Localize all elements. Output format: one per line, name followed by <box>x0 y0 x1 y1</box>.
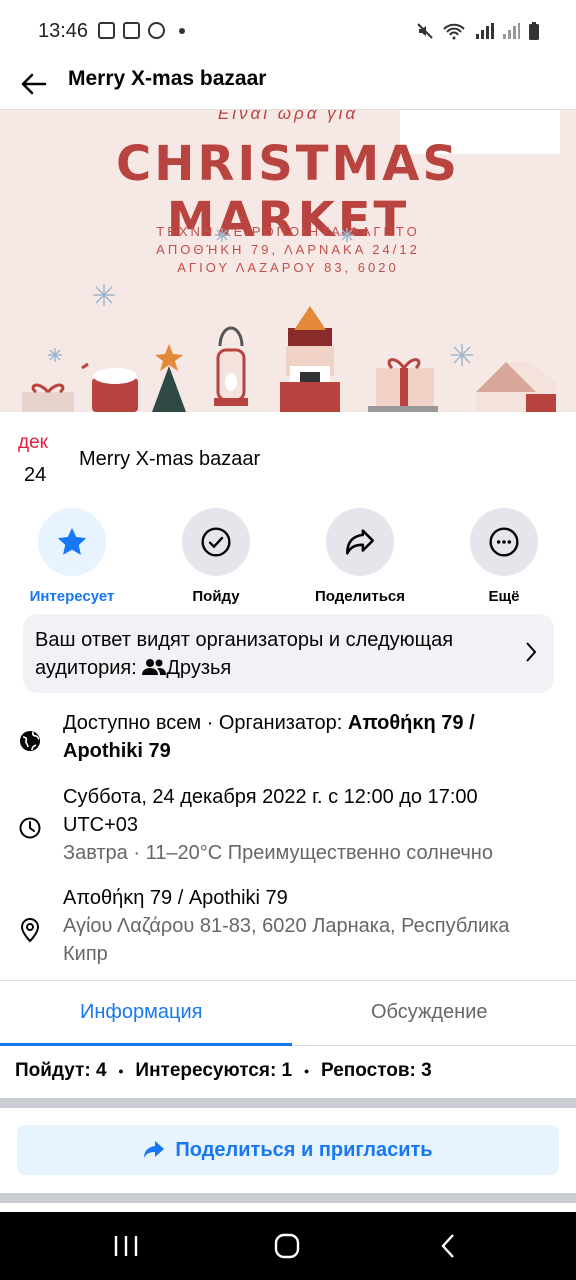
audience-info[interactable]: Ваш ответ видят организаторы и следующая… <box>23 614 554 693</box>
home-button[interactable] <box>267 1230 307 1262</box>
event-cover-image[interactable]: Είναι ώρα για CHRISTMAS MARKET ΤΕΧΝΗ ΧΕΙ… <box>0 110 576 412</box>
more-notifications-icon <box>179 27 185 34</box>
notification-icon <box>98 22 115 39</box>
section-divider <box>0 1098 576 1108</box>
recent-apps-icon <box>114 1236 138 1256</box>
check-circle-icon <box>201 527 231 557</box>
snowflake-icon <box>48 228 473 366</box>
event-datetime: Суббота, 24 декабря 2022 г. с 12:00 до 1… <box>63 786 478 836</box>
event-date-month: дек <box>18 432 48 453</box>
chevron-right-icon <box>526 642 537 662</box>
interested-count[interactable]: Интересуются: 1 <box>135 1060 292 1082</box>
arrow-left-icon <box>21 73 47 95</box>
recent-apps-button[interactable] <box>106 1230 146 1262</box>
system-navigation-bar <box>0 1212 576 1280</box>
share-arrow-icon <box>144 1141 165 1158</box>
section-divider <box>0 1193 576 1203</box>
page-title: Merry X-mas bazaar <box>68 67 267 90</box>
wifi-icon <box>443 23 465 40</box>
share-circle <box>326 508 394 576</box>
interested-circle <box>38 508 106 576</box>
going-count[interactable]: Пойдут: 4 <box>15 1060 107 1082</box>
home-icon <box>274 1233 300 1259</box>
audience-text: Ваш ответ видят организаторы и следующая… <box>35 629 454 679</box>
clock-icon <box>19 817 41 839</box>
mute-icon <box>417 23 433 39</box>
active-tab-indicator <box>0 1043 292 1046</box>
back-button[interactable] <box>14 64 54 104</box>
share-invite-label: Поделиться и пригласить <box>175 1138 433 1161</box>
audience-text-block: Ваш ответ видят организаторы и следующая… <box>35 626 505 682</box>
signal-icon-2 <box>503 23 520 39</box>
location-block: Αποθήκη 79 / Apothiki 79 Αγίου Λαζάρου 8… <box>63 884 553 968</box>
system-icons <box>416 21 540 41</box>
more-circle <box>470 508 538 576</box>
interested-button[interactable]: Интересует <box>7 508 137 605</box>
share-arrow-icon <box>345 529 375 555</box>
battery-icon <box>529 22 539 40</box>
audience-group: Друзья <box>166 657 232 679</box>
star-icon <box>57 527 87 555</box>
event-tabs: Информация Обсуждение <box>0 980 576 1046</box>
event-name: Merry X-mas bazaar <box>79 448 261 470</box>
privacy-label: Доступно всем · Организатор: <box>63 712 348 734</box>
christmas-illustration <box>22 228 556 412</box>
stats-separator: • <box>304 1063 310 1079</box>
share-invite-button[interactable]: Поделиться и пригласить <box>17 1125 559 1175</box>
reposts-count[interactable]: Репостов: 3 <box>321 1060 432 1082</box>
venue-address: Αγίου Λαζάρου 81-83, 6020 Ларнака, Респу… <box>63 915 510 965</box>
chrome-icon <box>148 22 165 39</box>
status-bar: 13:46 <box>0 0 576 58</box>
more-dots-icon <box>489 527 519 557</box>
interested-label: Интересует <box>29 588 115 605</box>
status-time: 13:46 <box>38 20 89 42</box>
more-label: Ещё <box>488 588 520 605</box>
weather-forecast: Завтра · 11–20°C Преимущественно солнечн… <box>63 842 493 864</box>
app-bar: Merry X-mas bazaar <box>0 58 576 110</box>
notification-icons <box>98 22 185 39</box>
event-date-day: 24 <box>24 464 47 486</box>
going-circle <box>182 508 250 576</box>
going-button[interactable]: Пойду <box>151 508 281 605</box>
tab-discussion[interactable]: Обсуждение <box>371 1001 488 1024</box>
privacy-text: Доступно всем · Организатор: Αποθήκη 79 … <box>63 709 553 765</box>
share-label: Поделиться <box>314 588 406 605</box>
signal-icon <box>476 23 494 39</box>
tab-info[interactable]: Информация <box>80 1001 202 1024</box>
location-pin-icon <box>20 918 40 943</box>
more-button[interactable]: Ещё <box>439 508 569 605</box>
event-actions: Интересует Пойду Поделиться Ещё <box>0 508 576 608</box>
back-nav-button[interactable] <box>428 1230 468 1262</box>
venue-name: Αποθήκη 79 / Apothiki 79 <box>63 887 288 909</box>
globe-icon <box>20 731 40 751</box>
stats-separator: • <box>118 1063 124 1079</box>
friends-icon <box>142 659 167 675</box>
datetime-block: Суббота, 24 декабря 2022 г. с 12:00 до 1… <box>63 783 553 867</box>
notification-icon <box>123 22 140 39</box>
back-nav-icon <box>441 1234 454 1258</box>
share-button[interactable]: Поделиться <box>295 508 425 605</box>
going-label: Пойду <box>192 588 240 605</box>
event-stats: Пойдут: 4 • Интересуются: 1 • Репостов: … <box>15 1060 432 1082</box>
